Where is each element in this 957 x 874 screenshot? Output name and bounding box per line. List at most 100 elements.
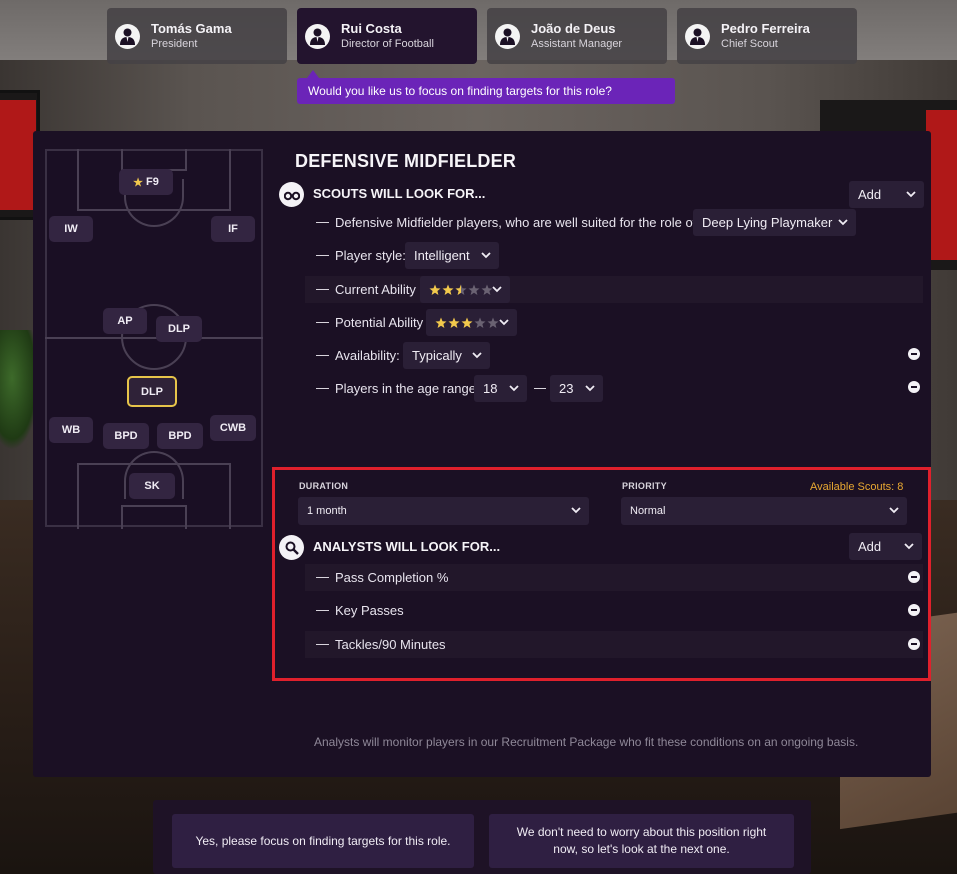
position-label: AP [117, 315, 133, 327]
focus-targets-button[interactable]: Yes, please focus on finding targets for… [172, 814, 474, 868]
remove-availability-button[interactable] [908, 348, 920, 360]
position-label: F9 [146, 176, 159, 188]
criterion-label: Player style: [335, 248, 406, 263]
position-label: DLP [141, 385, 163, 398]
position-ap[interactable]: AP [103, 308, 147, 334]
criterion-potential-ability: Potential Ability [305, 309, 923, 336]
goal-area-bottom [121, 505, 187, 529]
position-f9[interactable]: ★ F9 [119, 169, 173, 195]
button-label: Yes, please focus on finding targets for… [195, 833, 451, 848]
dropdown-value: 18 [483, 381, 498, 396]
position-label: IW [64, 223, 78, 235]
star-icon [435, 317, 447, 328]
age-max-dropdown[interactable]: 23 [550, 375, 603, 402]
availability-dropdown[interactable]: Typically [403, 342, 490, 369]
position-label: WB [61, 424, 81, 436]
dropdown-value: Add [858, 187, 882, 202]
star-icon [474, 317, 486, 328]
age-min-dropdown[interactable]: 18 [474, 375, 527, 402]
button-label: We don't need to worry about this positi… [516, 825, 767, 856]
scouts-heading: SCOUTS WILL LOOK FOR... [313, 186, 486, 201]
position-label: BPD [168, 430, 192, 442]
criterion-label: Availability: [335, 348, 400, 363]
position-wb[interactable]: WB [49, 417, 93, 443]
person-icon [685, 23, 710, 49]
criterion-current-ability: Current Ability [305, 276, 923, 303]
staff-tab-director-of-football[interactable]: Rui Costa Director of Football [297, 8, 477, 64]
person-icon [305, 23, 330, 49]
position-iw[interactable]: IW [49, 216, 93, 242]
role-title: DEFENSIVE MIDFIELDER [295, 151, 517, 171]
formation-pitch [45, 149, 263, 529]
dash-icon [316, 355, 329, 356]
staff-role: President [151, 38, 198, 50]
analysts-footnote: Analysts will monitor players in our Rec… [314, 735, 859, 749]
star-icon: ★ [133, 176, 144, 189]
staff-role: Chief Scout [721, 38, 778, 50]
criterion-label: Potential Ability [335, 315, 424, 330]
potential-ability-dropdown[interactable] [426, 309, 517, 336]
chevron-down-icon [472, 352, 482, 359]
highlight-outline [272, 467, 931, 681]
dash-icon [316, 388, 329, 389]
dash-icon [316, 289, 329, 290]
criterion-label: Defensive Midfielder players, who are we… [335, 215, 700, 230]
star-half-icon [455, 284, 467, 295]
staff-name: Pedro Ferreira [721, 21, 810, 36]
role-dropdown[interactable]: Deep Lying Playmaker [693, 209, 856, 236]
position-bpd[interactable]: BPD [103, 423, 149, 449]
criterion-age-range: Players in the age range [305, 375, 923, 402]
scouts-add-dropdown[interactable]: Add [849, 181, 924, 208]
person-icon [115, 23, 140, 49]
star-rating [429, 284, 493, 295]
goal-area-top [121, 149, 187, 171]
position-label: DLP [168, 323, 190, 335]
position-if[interactable]: IF [211, 216, 255, 242]
chevron-down-icon [838, 219, 848, 226]
player-style-dropdown[interactable]: Intelligent [405, 242, 499, 269]
position-dlp[interactable]: DLP [156, 316, 202, 342]
criterion-label: Current Ability [335, 282, 416, 297]
background-shirt [0, 100, 36, 210]
binoculars-icon [279, 182, 304, 207]
person-icon [495, 23, 520, 49]
position-cwb[interactable]: CWB [210, 415, 256, 441]
staff-tab-assistant-manager[interactable]: João de Deus Assistant Manager [487, 8, 667, 64]
staff-name: João de Deus [531, 21, 616, 36]
chevron-down-icon [906, 191, 916, 198]
chevron-down-icon [585, 385, 595, 392]
position-label: SK [144, 480, 160, 492]
position-dlp-selected[interactable]: DLP [127, 376, 177, 407]
chevron-down-icon [492, 286, 502, 293]
position-label: BPD [114, 430, 138, 442]
position-label: CWB [219, 422, 247, 434]
staff-role: Director of Football [341, 38, 434, 50]
dropdown-value: Deep Lying Playmaker [702, 215, 833, 230]
dash-icon [316, 255, 329, 256]
dropdown-value: Typically [412, 348, 462, 363]
dropdown-value: Intelligent [414, 248, 470, 263]
dropdown-value: 23 [559, 381, 574, 396]
star-icon [468, 284, 480, 295]
star-icon [429, 284, 441, 295]
staff-selector: Tomás Gama President Rui Costa Director … [107, 8, 857, 64]
position-bpd[interactable]: BPD [157, 423, 203, 449]
chevron-down-icon [499, 319, 509, 326]
next-position-button[interactable]: We don't need to worry about this positi… [489, 814, 794, 868]
dash-icon [316, 322, 329, 323]
range-dash [534, 388, 546, 389]
star-icon [481, 284, 493, 295]
question-bubble: Would you like us to focus on finding ta… [297, 70, 675, 104]
star-icon [442, 284, 454, 295]
remove-age-range-button[interactable] [908, 381, 920, 393]
star-icon [487, 317, 499, 328]
staff-tab-president[interactable]: Tomás Gama President [107, 8, 287, 64]
criterion-label: Players in the age range [335, 381, 476, 396]
position-sk[interactable]: SK [129, 473, 175, 499]
chevron-down-icon [509, 385, 519, 392]
current-ability-dropdown[interactable] [420, 276, 510, 303]
criterion-availability: Availability: [305, 342, 923, 369]
staff-name: Rui Costa [341, 21, 402, 36]
star-icon [461, 317, 473, 328]
staff-tab-chief-scout[interactable]: Pedro Ferreira Chief Scout [677, 8, 857, 64]
